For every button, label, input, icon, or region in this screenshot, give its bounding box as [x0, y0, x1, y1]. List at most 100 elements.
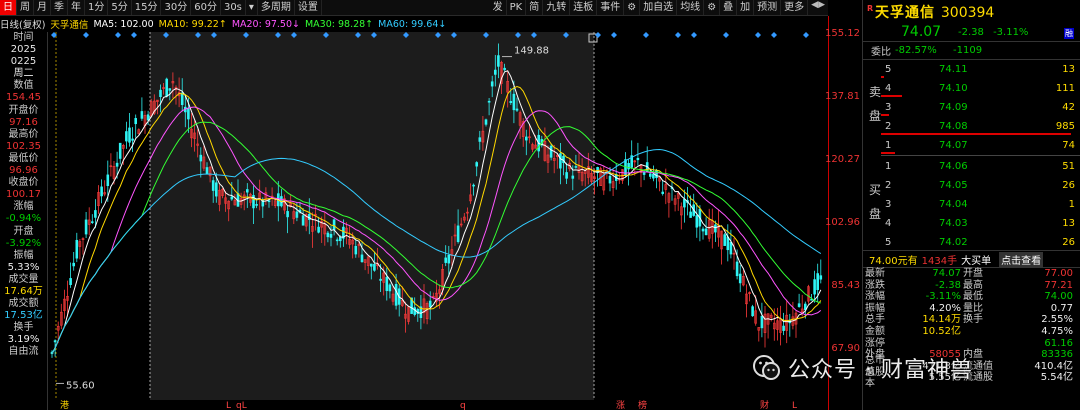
bid-level: 2 — [885, 180, 892, 191]
tool-button[interactable]: 连板 — [570, 0, 598, 15]
candle-body — [335, 239, 339, 242]
ask-volume-bar — [881, 133, 1071, 135]
period-tab[interactable]: 30s — [221, 0, 246, 15]
candle-body — [72, 262, 76, 267]
tool-button[interactable]: 更多 — [781, 0, 809, 15]
event-marker[interactable] — [755, 32, 761, 38]
candle-body — [571, 175, 575, 179]
tool-button[interactable]: 发 — [490, 0, 507, 15]
period-tab[interactable]: 5分 — [108, 0, 132, 15]
bid-volume: 1 — [1068, 199, 1075, 210]
tool-button[interactable]: 九转 — [543, 0, 571, 15]
event-marker[interactable] — [723, 32, 729, 38]
ask-row[interactable]: 4 74.10 111 — [863, 79, 1080, 98]
event-marker[interactable] — [611, 32, 617, 38]
event-marker[interactable] — [803, 32, 809, 38]
period-tab[interactable]: 设置 — [295, 0, 322, 15]
period-tab[interactable]: 日 — [0, 0, 17, 15]
event-marker[interactable] — [691, 32, 697, 38]
event-marker[interactable] — [771, 32, 777, 38]
ma-values: MA5: 102.00 MA10: 99.22↑ MA20: 97.50↓ MA30:… — [93, 19, 451, 30]
candle-body — [134, 118, 137, 125]
period-tab[interactable]: 1分 — [85, 0, 109, 15]
ask-row[interactable]: 1 74.07 74 — [863, 136, 1080, 155]
bottom-mark[interactable]: L — [792, 401, 797, 410]
tool-button[interactable]: 叠 — [720, 0, 738, 15]
tool-button[interactable]: 均线 — [677, 0, 705, 15]
bottom-mark[interactable]: qL — [236, 401, 247, 410]
info-value: 102.35 — [6, 140, 41, 152]
tool-button[interactable]: 加 — [737, 0, 755, 15]
period-dropdown-icon[interactable]: ▾ — [246, 0, 258, 15]
stat-value: 4.75% — [1041, 325, 1073, 337]
ask-row[interactable]: 5 74.11 13 — [863, 60, 1080, 79]
ask-volume: 111 — [1055, 83, 1075, 94]
view-big-order-button[interactable]: 点击查看 — [999, 251, 1044, 267]
tool-button[interactable]: PK — [507, 0, 527, 15]
info-label: 涨幅 — [13, 201, 34, 213]
candle-body — [205, 167, 209, 175]
bottom-mark[interactable]: L — [226, 401, 231, 410]
candle-body — [354, 245, 358, 255]
period-tab[interactable]: 周 — [17, 0, 34, 15]
info-value: 17.64万 — [4, 285, 43, 297]
event-marker[interactable] — [115, 32, 121, 38]
stat-label: 换手 — [963, 314, 983, 326]
bid-volume: 13 — [1062, 218, 1075, 229]
kline-chart[interactable]: 149.88 55.60 港 LqL q 涨 榜 财 L — [48, 32, 828, 410]
period-tab[interactable]: 季 — [51, 0, 68, 15]
bid-row[interactable]: 3 74.04 1 — [863, 195, 1080, 214]
event-marker[interactable] — [83, 32, 89, 38]
candle-body — [115, 162, 119, 167]
period-tab[interactable]: 15分 — [132, 0, 162, 15]
bottom-mark[interactable]: 涨 — [616, 400, 625, 410]
tool-button[interactable]: 简 — [526, 0, 544, 15]
tool-button[interactable]: 事件 — [597, 0, 625, 15]
candle-body — [695, 215, 699, 228]
scroll-arrows-icon[interactable]: ◀▶ — [808, 0, 828, 15]
order-book: 卖盘 买盘 5 74.11 13 4 74.10 111 3 74.09 42 2 74.08 985… — [863, 60, 1080, 251]
stat-label: 最低 — [963, 291, 983, 303]
bid-level: 4 — [885, 218, 892, 229]
event-marker[interactable] — [675, 32, 681, 38]
candle-body — [683, 198, 686, 208]
period-tab[interactable]: 多周期 — [258, 0, 295, 15]
candle-body — [332, 219, 336, 230]
tool-button[interactable]: 加自选 — [640, 0, 678, 15]
candle-body — [373, 263, 376, 271]
ask-row[interactable]: 2 74.08 985 — [863, 117, 1080, 136]
info-value: 2025 — [10, 44, 37, 56]
bid-row[interactable]: 2 74.05 26 — [863, 176, 1080, 195]
bottom-mark[interactable]: 港 — [60, 399, 69, 410]
period-tab[interactable]: 30分 — [161, 0, 192, 15]
candle-body — [608, 175, 612, 184]
stat-value: 0.77 — [1050, 302, 1073, 314]
period-tab[interactable]: 月 — [34, 0, 51, 15]
stat-value: 14.14万 — [922, 314, 961, 326]
bid-row[interactable]: 1 74.06 51 — [863, 157, 1080, 176]
event-marker[interactable] — [595, 32, 601, 38]
bottom-mark[interactable]: q — [460, 401, 466, 410]
event-marker[interactable] — [131, 32, 137, 38]
bottom-mark[interactable]: 财 — [760, 399, 769, 410]
change-value: -2.38 — [958, 27, 984, 38]
period-tab[interactable]: 60分 — [191, 0, 221, 15]
candle-body — [456, 225, 460, 242]
candle-body — [444, 257, 448, 263]
settings-icon[interactable]: ⚙ — [624, 0, 641, 15]
candle-body — [478, 137, 482, 142]
period-tab[interactable]: 年 — [68, 0, 85, 15]
change-pct: -3.11% — [993, 27, 1029, 38]
tool-button[interactable]: 预测 — [754, 0, 782, 15]
bid-row[interactable]: 4 74.03 13 — [863, 214, 1080, 233]
candle-body — [726, 236, 730, 251]
candle-body — [369, 263, 373, 267]
candle-body — [286, 211, 289, 218]
settings-icon[interactable]: ⚙ — [704, 0, 721, 15]
event-marker[interactable] — [643, 32, 649, 38]
bid-row[interactable]: 5 74.02 26 — [863, 233, 1080, 252]
candle-body — [75, 239, 79, 259]
ask-row[interactable]: 3 74.09 42 — [863, 98, 1080, 117]
book-divider — [881, 155, 1080, 156]
bottom-mark[interactable]: 榜 — [638, 399, 647, 410]
